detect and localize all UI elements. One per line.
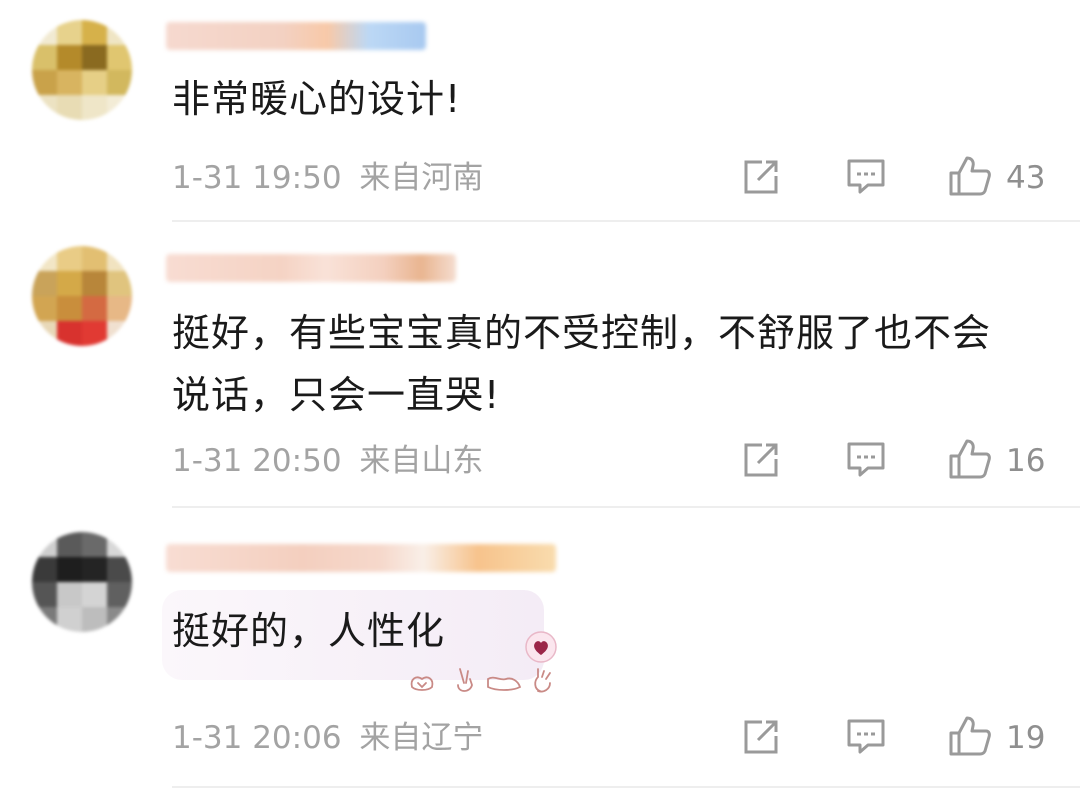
comment-item: 非常暖心的设计! 1-31 19:50 来自河南 43 [0, 0, 1080, 222]
like-count: 19 [1006, 720, 1046, 756]
avatar[interactable] [32, 20, 132, 120]
comment-meta: 1-31 20:06 来自辽宁 [172, 718, 483, 758]
comment-item: 挺好，有些宝宝真的不受控制，不舒服了也不会 说话，只会一直哭! 1-31 20:… [0, 222, 1080, 508]
like-count: 43 [1006, 160, 1046, 196]
share-icon[interactable] [742, 441, 780, 483]
like-count: 16 [1006, 443, 1046, 479]
thumbs-up-icon[interactable] [948, 438, 992, 484]
username-blurred[interactable] [166, 544, 556, 572]
avatar[interactable] [32, 246, 132, 346]
comment-meta: 1-31 19:50 来自河南 [172, 158, 483, 198]
comment-item: 挺好的，人性化 1-31 20:06 来自辽宁 19 [0, 508, 1080, 791]
comment-location: 来自河南 [359, 160, 484, 196]
heart-sticker-icon [524, 630, 558, 668]
comment-meta: 1-31 20:50 来自山东 [172, 441, 483, 481]
comment-location: 来自辽宁 [359, 720, 484, 756]
thumbs-up-icon[interactable] [948, 715, 992, 761]
comment-icon[interactable] [846, 718, 886, 760]
comment-text: 非常暖心的设计! [172, 77, 462, 121]
comment-time: 1-31 19:50 [172, 160, 342, 196]
thumbs-up-icon[interactable] [948, 155, 992, 201]
share-icon[interactable] [742, 718, 780, 760]
username-blurred[interactable] [166, 22, 426, 50]
comment-text: 挺好，有些宝宝真的不受控制，不舒服了也不会 说话，只会一直哭! [172, 311, 992, 417]
comment-icon[interactable] [846, 441, 886, 483]
avatar[interactable] [32, 532, 132, 632]
hand-gesture-stickers-icon [408, 665, 564, 701]
comment-location: 来自山东 [359, 443, 484, 479]
comment-icon[interactable] [846, 158, 886, 200]
username-blurred[interactable] [166, 254, 456, 282]
comment-time: 1-31 20:06 [172, 720, 342, 756]
comment-time: 1-31 20:50 [172, 443, 342, 479]
share-icon[interactable] [742, 158, 780, 200]
divider [172, 786, 1080, 788]
comment-text: 挺好的，人性化 [172, 609, 446, 653]
